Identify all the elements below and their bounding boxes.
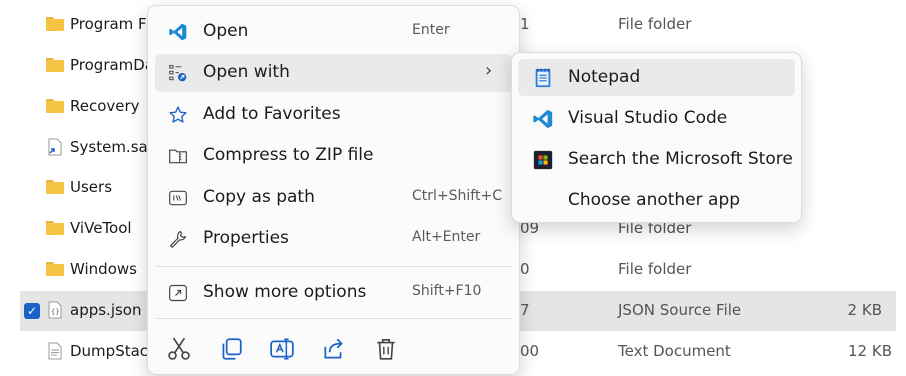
store-icon xyxy=(533,150,553,170)
submenu-item-notepad[interactable]: Notepad xyxy=(518,59,795,96)
file-name: Program Fi xyxy=(70,15,150,33)
submenu-item-label: Choose another app xyxy=(568,190,741,210)
file-name: DumpStack xyxy=(70,342,157,360)
wrench-icon xyxy=(169,230,187,248)
menu-item-copy-as-path[interactable]: Copy as path Ctrl+Shift+C xyxy=(155,179,512,217)
checkbox-checked-icon[interactable]: ✓ xyxy=(24,303,40,319)
file-name: Recovery xyxy=(70,97,140,115)
menu-item-show-more-options[interactable]: Show more options Shift+F10 xyxy=(155,274,512,312)
submenu-item-microsoft-store[interactable]: Search the Microsoft Store xyxy=(518,141,795,178)
menu-item-open[interactable]: Open Enter xyxy=(155,13,512,51)
chevron-right-icon: › xyxy=(485,60,493,81)
file-date: 00 xyxy=(520,342,540,360)
copy-path-icon xyxy=(169,190,187,206)
cut-icon[interactable] xyxy=(166,336,192,362)
file-name: Users xyxy=(70,178,113,196)
menu-item-label: Add to Favorites xyxy=(203,104,341,124)
file-type: File folder xyxy=(618,15,692,33)
menu-item-label: Open xyxy=(203,21,249,41)
shortcut-icon xyxy=(48,138,62,156)
menu-item-label: Compress to ZIP file xyxy=(203,145,374,165)
menu-item-properties[interactable]: Properties Alt+Enter xyxy=(155,220,512,258)
submenu-item-label: Notepad xyxy=(568,67,641,87)
zip-icon xyxy=(169,149,187,164)
file-type: JSON Source File xyxy=(618,301,742,319)
submenu-item-label: Search the Microsoft Store xyxy=(568,149,793,169)
json-file-icon: {} xyxy=(48,301,62,319)
menu-item-label: Show more options xyxy=(203,282,367,302)
shortcut-text: Alt+Enter xyxy=(412,229,481,245)
menu-item-label: Open with xyxy=(203,62,290,82)
more-options-icon xyxy=(169,284,187,302)
menu-item-open-with[interactable]: Open with › xyxy=(155,54,512,92)
file-name: System.sav xyxy=(70,138,157,156)
folder-icon xyxy=(46,99,64,113)
vscode-icon xyxy=(169,23,187,41)
menu-item-compress-zip[interactable]: Compress to ZIP file xyxy=(155,137,512,175)
file-type: File folder xyxy=(618,260,692,278)
shortcut-text: Shift+F10 xyxy=(412,283,482,299)
open-with-submenu: Notepad Visual Studio Code Search the Mi… xyxy=(511,52,802,223)
notepad-icon xyxy=(535,68,551,88)
file-name: Windows xyxy=(70,260,137,278)
folder-icon xyxy=(46,221,64,235)
menu-item-add-to-favorites[interactable]: Add to Favorites xyxy=(155,96,512,134)
file-type: Text Document xyxy=(618,342,731,360)
folder-icon xyxy=(46,180,64,194)
share-icon[interactable] xyxy=(321,336,347,362)
menu-item-label: Copy as path xyxy=(203,187,315,207)
delete-icon[interactable] xyxy=(373,336,399,362)
open-with-icon xyxy=(169,64,187,82)
file-name: ViVeTool xyxy=(70,219,132,237)
menu-divider xyxy=(155,318,512,319)
vscode-icon xyxy=(533,109,553,129)
file-size: 12 KB xyxy=(848,342,892,360)
svg-text:{}: {} xyxy=(51,308,59,316)
file-date: 0 xyxy=(520,260,530,278)
file-name: apps.json xyxy=(70,301,142,319)
submenu-item-choose-another-app[interactable]: Choose another app xyxy=(518,182,795,219)
shortcut-text: Enter xyxy=(412,22,450,38)
file-size: 2 KB xyxy=(847,301,882,319)
menu-item-label: Properties xyxy=(203,228,289,248)
file-date: 7 xyxy=(520,301,530,319)
text-file-icon xyxy=(48,342,62,360)
folder-icon xyxy=(46,58,64,72)
shortcut-text: Ctrl+Shift+C xyxy=(412,188,502,204)
context-menu: Open Enter Open with › Add to Favorites … xyxy=(147,5,520,375)
folder-icon xyxy=(46,17,64,31)
file-name: ProgramDa xyxy=(70,56,155,74)
rename-icon[interactable] xyxy=(269,336,295,362)
menu-divider xyxy=(155,266,512,267)
submenu-item-vscode[interactable]: Visual Studio Code xyxy=(518,100,795,137)
submenu-item-label: Visual Studio Code xyxy=(568,108,728,128)
file-date: 1 xyxy=(520,15,530,33)
star-icon xyxy=(169,106,187,123)
copy-icon[interactable] xyxy=(218,336,244,362)
folder-icon xyxy=(46,262,64,276)
